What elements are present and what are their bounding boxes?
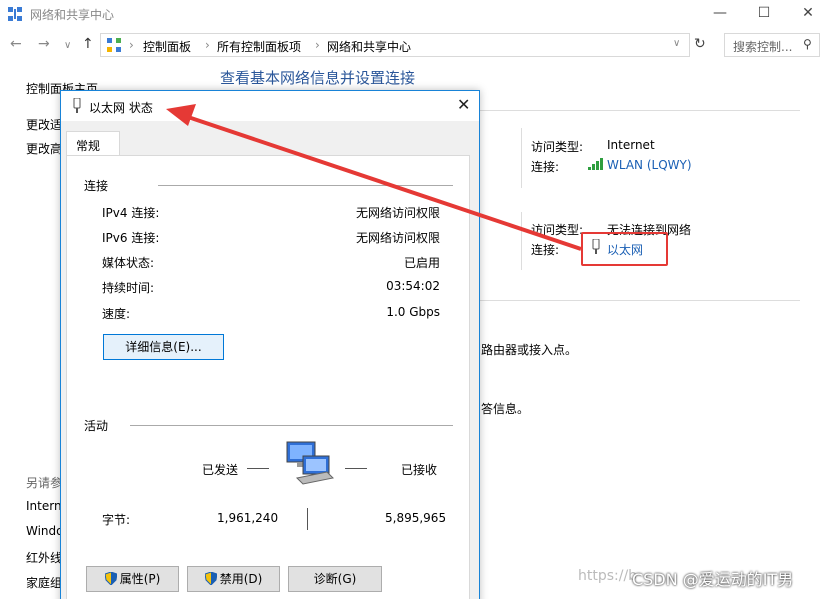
watermark-text: CSDN @爱运动的IT男 xyxy=(632,570,794,589)
watermark-url: https://b xyxy=(578,568,638,584)
annotation-arrow xyxy=(166,104,582,251)
